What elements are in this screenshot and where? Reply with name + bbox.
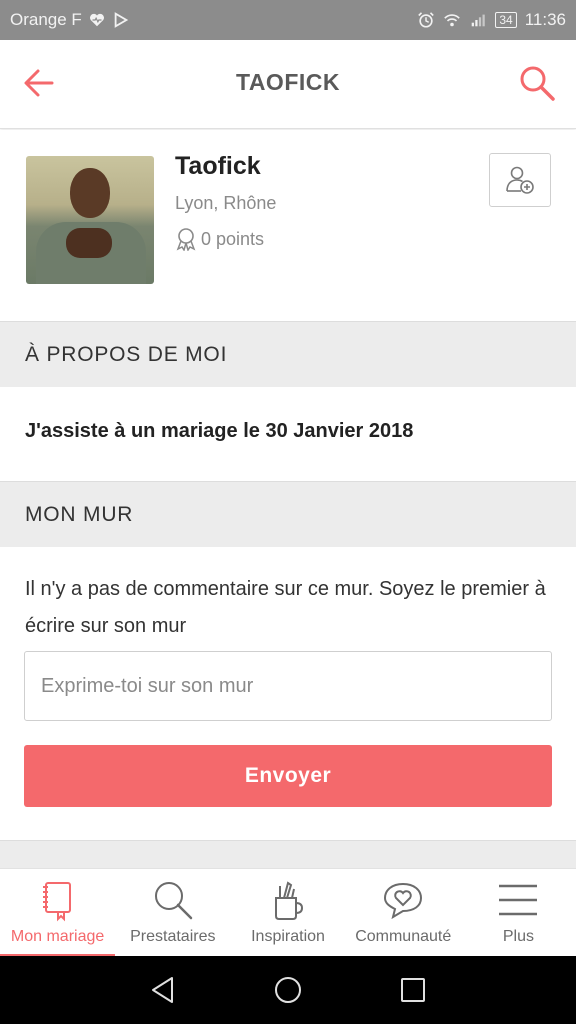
- profile-location: Lyon, Rhône: [175, 193, 277, 213]
- signal-icon: [472, 14, 486, 27]
- nav-item-prestataires[interactable]: Prestataires: [115, 869, 230, 957]
- recent-apps-icon[interactable]: [398, 975, 428, 1005]
- profile-name: Taofick: [175, 152, 261, 180]
- app-bar: TAOFICK: [0, 40, 576, 129]
- avatar: [26, 156, 154, 284]
- profile-points: 0 points: [175, 227, 264, 251]
- heart-chat-icon: [384, 882, 423, 920]
- comment-input[interactable]: [24, 651, 552, 721]
- back-triangle-icon[interactable]: [148, 975, 178, 1005]
- nav-label: Communauté: [355, 928, 452, 945]
- search-icon[interactable]: [518, 64, 556, 102]
- status-bar: Orange F 34 11:36: [0, 0, 576, 40]
- wall-header: MON MUR: [0, 481, 576, 547]
- send-button[interactable]: Envoyer: [24, 745, 552, 807]
- home-circle-icon[interactable]: [273, 975, 303, 1005]
- system-nav-bar: [0, 956, 576, 1024]
- medal-icon: [176, 228, 196, 251]
- page-title: TAOFICK: [235, 69, 340, 95]
- menu-icon: [499, 884, 538, 916]
- add-user-icon: [506, 166, 534, 194]
- wall-empty-message: Il n'y a pas de commentaire sur ce mur. …: [25, 578, 546, 637]
- nav-label: Prestataires: [130, 928, 216, 945]
- battery-level: 34: [495, 12, 517, 28]
- profile-card: Taofick Lyon, Rhône 0 points: [0, 130, 576, 320]
- nav-item-mon-mariage[interactable]: Mon mariage: [0, 869, 116, 957]
- notebook-icon: [42, 882, 71, 922]
- nav-label: Mon mariage: [10, 928, 105, 945]
- status-right: 34 11:36: [417, 10, 566, 30]
- carrier-label: Orange F: [10, 10, 82, 29]
- search-icon: [154, 882, 193, 920]
- about-header: À PROPOS DE MOI: [0, 321, 576, 387]
- nav-label: Plus: [502, 928, 534, 945]
- pencil-cup-icon: [275, 881, 304, 920]
- add-friend-button[interactable]: [489, 153, 551, 207]
- nav-label: Inspiration: [251, 928, 325, 945]
- status-left: Orange F: [10, 10, 130, 30]
- bottom-nav: Mon mariage Prestataires Inspiration Com…: [0, 868, 576, 957]
- nav-item-communaute[interactable]: Communauté: [346, 869, 461, 957]
- nav-item-plus[interactable]: Plus: [461, 869, 576, 957]
- avatar-hand: [66, 228, 112, 258]
- heart-monitor-icon: [89, 13, 104, 27]
- alarm-icon: [418, 12, 435, 28]
- about-text: J'assiste à un mariage le 30 Janvier 201…: [25, 420, 414, 442]
- points-label: 0 points: [201, 228, 265, 249]
- play-store-icon: [114, 12, 128, 28]
- avatar-head: [70, 168, 110, 218]
- next-section-strip: [0, 840, 576, 871]
- status-time: 11:36: [524, 10, 566, 29]
- nav-item-inspiration[interactable]: Inspiration: [230, 869, 345, 957]
- wifi-icon: [444, 14, 461, 27]
